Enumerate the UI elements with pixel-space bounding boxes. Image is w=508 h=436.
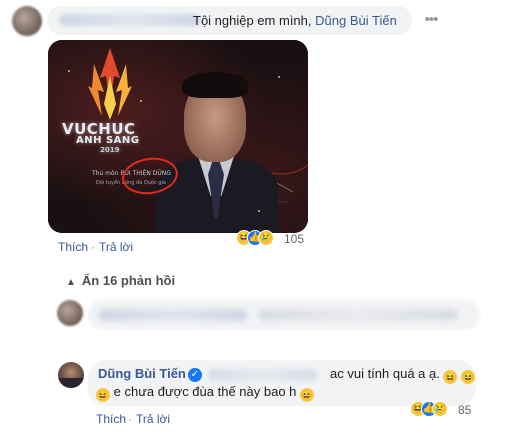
reply-like-link[interactable]: Thích: [96, 412, 126, 426]
laughing-emoji-icon: 😆: [461, 370, 476, 384]
comment-bubble: Tội nghiệp em mình, Dũng Bùi Tiến: [47, 6, 412, 35]
reply-line2-row: 😆 e chưa được đùa thế này bao h 😆: [96, 384, 315, 402]
action-separator: ·: [91, 240, 95, 254]
reply-link[interactable]: Trả lời: [99, 240, 133, 254]
collapse-icon: ▲: [66, 277, 76, 288]
reply-reaction-summary[interactable]: 😆 👍 😢 85: [410, 401, 476, 419]
person-hair: [182, 72, 248, 98]
reaction-summary[interactable]: 😆 👍 😢 105: [236, 230, 308, 248]
verified-badge-icon: ✓: [188, 368, 202, 382]
action-separator: ·: [128, 412, 132, 426]
laughing-emoji-icon: 😆: [96, 388, 110, 402]
blurred-commenter-name[interactable]: [59, 14, 201, 26]
laughing-emoji-icon: 😆: [443, 370, 458, 384]
comment-photo[interactable]: VUCHUC ANH SANG 2019 Thủ môn BÙI THIỆN D…: [48, 40, 308, 233]
reply-text-line1: ac vui tính quá a ạ.: [330, 366, 440, 381]
mention-link[interactable]: Dũng Bùi Tiến: [315, 13, 397, 28]
reply-bubble: Dũng Bùi Tiến ✓ ac vui tính quá a ạ. 😆 😆…: [88, 360, 476, 406]
comment-options-icon[interactable]: •••: [424, 11, 439, 28]
dust-speck: [68, 70, 70, 72]
reply-line1-row: ac vui tính quá a ạ. 😆 😆: [330, 366, 476, 384]
reaction-count: 105: [284, 232, 305, 246]
like-link[interactable]: Thích: [58, 240, 88, 254]
sad-reaction-icon: 😢: [258, 230, 274, 246]
flame-logo-icon: [88, 48, 132, 120]
avatar-shirt: [58, 378, 84, 388]
logo-year: 2019: [100, 146, 120, 154]
dust-speck: [140, 100, 142, 102]
laughing-emoji-icon: 😆: [300, 388, 315, 402]
logo-line2: ANH SANG: [76, 135, 140, 146]
hide-replies-label: Ẩn 16 phản hồi: [81, 273, 176, 288]
dust-speck: [258, 210, 260, 212]
author-name[interactable]: Dũng Bùi Tiến: [98, 366, 186, 381]
author-avatar[interactable]: [58, 362, 84, 388]
reply-reaction-count: 85: [458, 403, 472, 417]
reply-text-line2: e chưa được đùa thế này bao h: [113, 384, 297, 399]
blurred-reply-avatar[interactable]: [57, 300, 83, 326]
blurred-reply-text: [258, 309, 458, 321]
sad-reaction-icon: 😢: [432, 401, 448, 417]
comment-text: Tội nghiệp em mình,: [193, 13, 312, 28]
blurred-mention[interactable]: [208, 369, 318, 381]
commenter-avatar[interactable]: [12, 6, 42, 36]
hide-replies-toggle[interactable]: ▲ Ẩn 16 phản hồi: [66, 273, 175, 288]
reply-reply-link[interactable]: Trả lời: [136, 412, 170, 426]
dust-speck: [278, 76, 280, 78]
blurred-reply-name: [98, 309, 248, 321]
comment-text-row: Tội nghiệp em mình, Dũng Bùi Tiến: [193, 13, 397, 29]
blurred-reply-bubble: [88, 300, 480, 330]
